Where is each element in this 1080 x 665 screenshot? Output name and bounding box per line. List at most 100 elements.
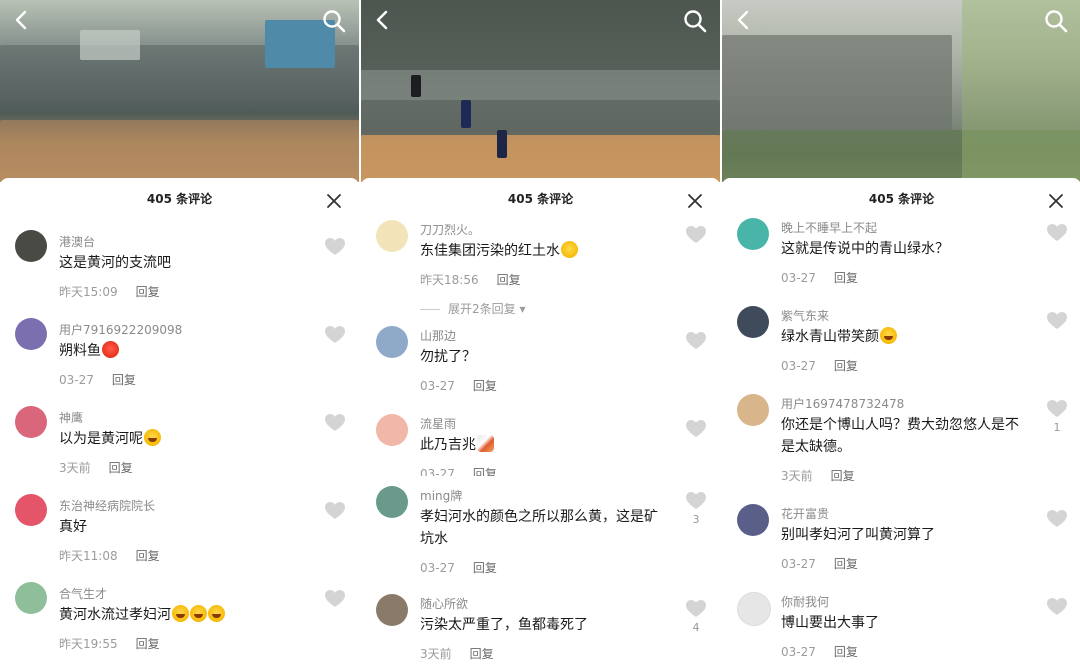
laugh-emoji-icon [172, 605, 189, 622]
heart-icon[interactable] [686, 332, 706, 350]
comment-meta: 03-27 回复 [781, 645, 858, 659]
heart-icon[interactable] [325, 326, 345, 344]
comment-text: 这就是传说中的青山绿水？ [781, 241, 949, 257]
avatar[interactable] [376, 486, 408, 518]
heart-icon[interactable] [325, 502, 345, 520]
comment-meta: 昨天11:08 回复 [59, 549, 160, 563]
video-frame[interactable] [722, 0, 1080, 182]
heart-icon[interactable] [1047, 312, 1067, 330]
comment-meta: 3天前 回复 [781, 469, 855, 483]
comment-username[interactable]: 晚上不睡早上不起 [781, 219, 877, 236]
close-icon[interactable] [325, 192, 343, 210]
avatar[interactable] [15, 318, 47, 350]
comment-username[interactable]: 合气生才 [59, 585, 107, 602]
reply-button[interactable]: 回复 [112, 373, 136, 387]
reply-button[interactable]: 回复 [497, 273, 521, 287]
avatar[interactable] [737, 394, 769, 426]
reply-button[interactable]: 回复 [136, 637, 160, 651]
comment-text: 这是黄河的支流吧 [59, 255, 171, 271]
screenshot-collage: 405 条评论 港澳台 这是黄河的支流吧 昨天15:09 回复 用户7916922… [0, 0, 1080, 665]
laugh-emoji-icon [208, 605, 225, 622]
heart-icon[interactable] [686, 600, 706, 618]
laugh-emoji-icon [190, 605, 207, 622]
comment-text: 污染太严重了，鱼都毒死了 [420, 617, 588, 633]
comment-text: 朔料鱼 [59, 340, 309, 362]
reply-button[interactable]: 回复 [834, 359, 858, 373]
avatar[interactable] [737, 218, 769, 250]
comment-username[interactable]: 港澳台 [59, 233, 95, 250]
comment-text: 绿水青山带笑颜 [781, 326, 1031, 348]
comment-username[interactable]: 刀刀烈火。 [420, 221, 480, 238]
avatar[interactable] [737, 504, 769, 536]
heart-icon[interactable] [1047, 224, 1067, 242]
avatar[interactable] [15, 494, 47, 526]
comment-username[interactable]: 神鹰 [59, 409, 83, 426]
comment-meta: 昨天19:55 回复 [59, 637, 160, 651]
comment-meta: 3天前 回复 [420, 647, 494, 661]
video-frame[interactable] [361, 0, 720, 182]
search-icon[interactable] [682, 8, 708, 34]
heart-icon[interactable] [686, 492, 706, 510]
heart-icon[interactable] [325, 590, 345, 608]
reply-button[interactable]: 回复 [136, 285, 160, 299]
avatar[interactable] [376, 220, 408, 252]
close-icon[interactable] [1047, 192, 1065, 210]
reply-button[interactable]: 回复 [834, 557, 858, 571]
close-icon[interactable] [686, 192, 704, 210]
comment-meta: 03-27 回复 [781, 359, 858, 373]
heart-icon[interactable] [325, 238, 345, 256]
heart-icon[interactable] [1047, 598, 1067, 616]
avatar[interactable] [376, 326, 408, 358]
comment-username[interactable]: 用户7916922209098 [59, 321, 182, 338]
expand-replies-button[interactable]: 展开2条回复 ▾ [420, 300, 526, 317]
comment-text: 真好 [59, 519, 87, 535]
comment-meta: 03-27 回复 [420, 561, 497, 575]
comment-username[interactable]: 紫气东来 [781, 307, 829, 324]
back-arrow-icon[interactable] [732, 8, 756, 32]
avatar[interactable] [15, 230, 47, 262]
avatar[interactable] [15, 406, 47, 438]
comment-count-title: 405 条评论 [146, 192, 213, 206]
comment-username[interactable]: 你耐我何 [781, 593, 829, 610]
reply-button[interactable]: 回复 [831, 469, 855, 483]
avatar[interactable] [737, 306, 769, 338]
comment-panel-2: 405 条评论 刀刀烈火。 东佳集团污染的红土水 昨天18:56 回复 展开2条回… [361, 0, 720, 665]
comment-username[interactable]: 用户1697478732478 [781, 395, 904, 412]
avatar[interactable] [15, 582, 47, 614]
heart-icon[interactable] [686, 226, 706, 244]
heart-icon[interactable] [325, 414, 345, 432]
avatar[interactable] [376, 414, 408, 446]
comment-panel-1: 405 条评论 港澳台 这是黄河的支流吧 昨天15:09 回复 用户7916922… [0, 0, 359, 665]
video-frame[interactable] [0, 0, 359, 182]
comment-meta: 03-27 回复 [420, 465, 497, 476]
heart-icon[interactable] [1047, 510, 1067, 528]
comment-count-title: 405 条评论 [868, 192, 935, 206]
reply-button[interactable]: 回复 [834, 271, 858, 285]
comment-username[interactable]: 山那边 [420, 327, 456, 344]
reply-button[interactable]: 回复 [473, 467, 497, 476]
comment-username[interactable]: 东治神经病院院长 [59, 497, 155, 514]
back-arrow-icon[interactable] [10, 8, 34, 32]
comment-username[interactable]: ming牌 [420, 487, 462, 504]
reply-button[interactable]: 回复 [470, 647, 494, 661]
firecracker-emoji-icon [477, 435, 494, 452]
reply-button[interactable]: 回复 [109, 461, 133, 475]
search-icon[interactable] [1043, 8, 1069, 34]
comment-text: 别叫孝妇河了叫黄河算了 [781, 527, 935, 543]
comment-username[interactable]: 流星雨 [420, 415, 456, 432]
heart-icon[interactable] [686, 420, 706, 438]
reply-button[interactable]: 回复 [473, 379, 497, 393]
comment-username[interactable]: 花开富贵 [781, 505, 829, 522]
comment-meta: 03-27 回复 [781, 271, 858, 285]
comments-sheet: 405 条评论 晚上不睡早上不起 这就是传说中的青山绿水？ 03-27 回复 紫气… [722, 178, 1080, 665]
comment-text: 勿扰了？ [420, 349, 476, 365]
heart-icon[interactable] [1047, 400, 1067, 418]
avatar[interactable] [376, 594, 408, 626]
reply-button[interactable]: 回复 [834, 645, 858, 659]
comment-username[interactable]: 随心所欲 [420, 595, 468, 612]
reply-button[interactable]: 回复 [473, 561, 497, 575]
reply-button[interactable]: 回复 [136, 549, 160, 563]
search-icon[interactable] [321, 8, 347, 34]
back-arrow-icon[interactable] [371, 8, 395, 32]
avatar[interactable] [737, 592, 771, 626]
